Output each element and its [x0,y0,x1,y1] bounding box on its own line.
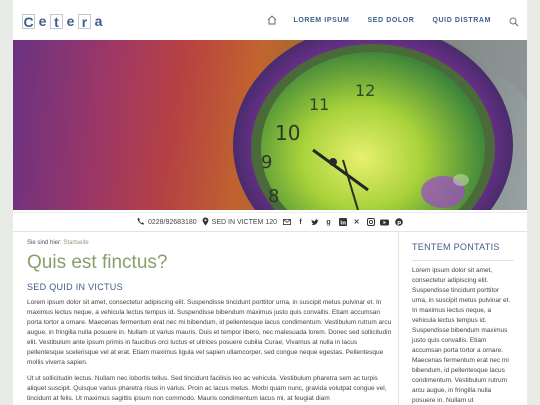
instagram-icon[interactable] [366,218,375,227]
home-icon[interactable] [265,13,279,27]
main-nav: LOREM IPSUM SED DOLOR QUID DISTRAM [265,0,527,40]
breadcrumb-link-home[interactable]: Startseite [63,240,88,246]
svg-text:8: 8 [268,186,279,207]
phone-number: 0228/92683180 [147,218,197,226]
breadcrumb-prefix: Sie sind hier: [27,240,62,246]
pinterest-icon[interactable]: p [394,218,403,227]
twitter-icon[interactable] [310,218,319,227]
mail-icon[interactable] [282,218,291,227]
xing-icon[interactable]: ✕ [352,218,361,227]
address-text: SED IN VICTEM 120 [211,218,278,226]
nav-item-sed-dolor[interactable]: SED DOLOR [367,17,414,24]
googleplus-icon[interactable]: g [324,218,333,227]
svg-text:p: p [397,220,401,226]
svg-text:in: in [340,221,346,227]
contact-bar: 0228/92683180 SED IN VICTEM 120 f g in ✕… [13,212,527,232]
logo-letter: e [38,13,47,29]
svg-text:10: 10 [275,121,300,145]
hero-image: 10 9 8 11 12 [13,40,527,210]
page-subtitle: SED QUID IN VICTUS [27,282,123,292]
body-paragraph: Ut ut sollicitudin lectus. Nullam nec lo… [27,375,387,402]
phone-contact[interactable]: 0228/92683180 [137,217,197,227]
facebook-icon[interactable]: f [296,218,305,227]
logo[interactable]: C e t e r a [22,13,105,30]
svg-text:9: 9 [261,152,272,173]
sidebar-divider [412,260,514,261]
phone-icon [137,217,145,227]
breadcrumb: Sie sind hier: Startseite [27,240,393,246]
column-divider [398,232,399,405]
address-contact[interactable]: SED IN VICTEM 120 [202,217,277,228]
search-icon[interactable] [509,14,521,27]
logo-letter: r [78,14,91,30]
body-paragraph: Lorem ipsum dolor sit amet, consectetur … [27,299,392,366]
main-content: Sie sind hier: Startseite Quis est finct… [27,240,393,404]
linkedin-icon[interactable]: in [338,218,347,227]
nav-item-lorem-ipsum[interactable]: LOREM IPSUM [293,17,349,24]
location-icon [202,217,209,228]
sidebar: TENTEM PONTATIS Lorem ipsum dolor sit am… [412,242,514,405]
sidebar-title: TENTEM PONTATIS [412,242,500,252]
logo-letter: a [94,13,103,29]
page: C e t e r a LOREM IPSUM SED DOLOR QUID D… [13,0,527,405]
youtube-icon[interactable] [380,218,390,227]
clock-illustration: 10 9 8 11 12 [13,40,527,210]
page-title: Quis est finctus? [27,252,168,273]
svg-text:11: 11 [309,95,329,114]
svg-text:12: 12 [355,81,375,100]
logo-letter: e [66,13,75,29]
nav-item-quid-distram[interactable]: QUID DISTRAM [432,17,491,24]
logo-letter: C [22,14,35,30]
logo-letter: t [50,14,63,30]
header: C e t e r a LOREM IPSUM SED DOLOR QUID D… [13,0,527,40]
sidebar-text: Lorem ipsum dolor sit amet, consectetur … [412,267,511,404]
